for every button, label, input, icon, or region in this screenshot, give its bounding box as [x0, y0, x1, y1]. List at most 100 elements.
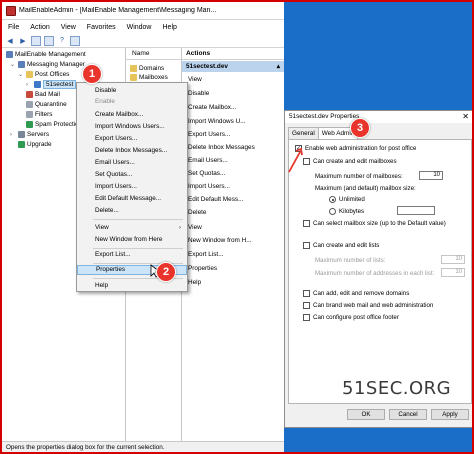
list-item[interactable]: Domains	[130, 64, 164, 73]
enable-web-admin-label: Enable web administration for post offic…	[305, 145, 417, 152]
action-item[interactable]: Edit Default Mess...	[188, 194, 243, 204]
step-badge-1: 1	[82, 64, 102, 84]
tree-filters[interactable]: Filters	[18, 110, 52, 119]
menu-separator	[93, 248, 183, 249]
action-item[interactable]: Email Users...	[188, 155, 228, 165]
cancel-button[interactable]: Cancel	[389, 409, 427, 420]
ctx-export-list[interactable]: Export List...	[77, 250, 187, 260]
title-bar: MailEnableAdmin - [MailEnable Management…	[2, 2, 284, 20]
select-mailbox-size-checkbox[interactable]: Can select mailbox size (up to the Defau…	[303, 220, 446, 227]
checkbox-icon[interactable]	[303, 290, 310, 297]
tree-quarantine[interactable]: Quarantine	[18, 100, 67, 109]
menu-help[interactable]: Help	[163, 24, 177, 31]
action-item[interactable]: Export List...	[188, 249, 224, 259]
action-item[interactable]: Delete	[188, 207, 206, 217]
ctx-delete-inbox-messages[interactable]: Delete Inbox Messages...	[77, 146, 187, 156]
action-item[interactable]: View	[188, 222, 202, 232]
max-lists-field: 10	[441, 255, 465, 264]
folder-icon[interactable]	[31, 35, 41, 46]
ctx-view[interactable]: View ›	[77, 223, 187, 233]
tree-root-label: MailEnable Management	[15, 51, 86, 58]
window-icon[interactable]	[44, 35, 54, 46]
action-item[interactable]: Create Mailbox...	[188, 102, 236, 112]
create-edit-mailboxes-checkbox[interactable]: Can create and edit mailboxes	[303, 158, 397, 165]
tree-bad-mail[interactable]: Bad Mail	[18, 90, 60, 99]
close-icon[interactable]: ✕	[462, 111, 469, 123]
expand-arrow-icon[interactable]: ›	[10, 132, 16, 138]
tree-postoffice-51sectest[interactable]: › 51sectest	[26, 80, 77, 89]
menu-window[interactable]: Window	[127, 24, 152, 31]
checkbox-icon[interactable]	[303, 302, 310, 309]
ctx-export-users[interactable]: Export Users...	[77, 134, 187, 144]
apply-button[interactable]: Apply	[431, 409, 469, 420]
tree-root[interactable]: MailEnable Management	[6, 50, 86, 59]
ctx-delete[interactable]: Delete...	[77, 206, 187, 216]
enable-web-admin-checkbox[interactable]: ✓ Enable web administration for post off…	[295, 145, 416, 152]
action-item[interactable]: Disable	[188, 88, 209, 98]
list-item-label: Domains	[139, 65, 165, 72]
ctx-set-quotas[interactable]: Set Quotas...	[77, 170, 187, 180]
collapse-arrow-icon[interactable]: ⌄	[10, 61, 16, 68]
tree-post-offices[interactable]: ⌄ Post Offices	[18, 70, 69, 79]
kilobytes-field[interactable]	[397, 206, 435, 215]
ctx-edit-default-message[interactable]: Edit Default Message...	[77, 194, 187, 204]
checkbox-icon[interactable]	[303, 220, 310, 227]
max-default-size-label: Maximum (and default) mailbox size:	[315, 185, 416, 192]
action-item[interactable]: Delete Inbox Messages	[188, 142, 255, 152]
ctx-import-windows-users[interactable]: Import Windows Users...	[77, 122, 187, 132]
upgrade-icon	[18, 141, 25, 148]
actions-subheader[interactable]: 51sectest.dev ▴	[182, 61, 284, 72]
checkbox-icon[interactable]	[303, 314, 310, 321]
unlimited-radio[interactable]: Unlimited	[329, 196, 365, 203]
action-item[interactable]: Export Users...	[188, 129, 230, 139]
menu-file[interactable]: File	[8, 24, 19, 31]
ok-button[interactable]: OK	[347, 409, 385, 420]
ctx-import-users[interactable]: Import Users...	[77, 182, 187, 192]
radio-icon[interactable]	[329, 208, 336, 215]
kilobytes-radio[interactable]: Kilobytes	[329, 208, 364, 215]
action-item[interactable]: Set Quotas...	[188, 168, 225, 178]
tree-servers[interactable]: › Servers	[10, 130, 49, 139]
radio-selected-icon[interactable]	[329, 196, 336, 203]
forward-icon[interactable]: ▶	[18, 36, 28, 46]
create-edit-lists-checkbox[interactable]: Can create and edit lists	[303, 242, 379, 249]
action-item[interactable]: Import Windows U...	[188, 116, 246, 126]
ctx-email-users[interactable]: Email Users...	[77, 158, 187, 168]
action-item[interactable]: View	[188, 74, 202, 84]
dialog-title: 51sectest.dev Properties	[289, 113, 360, 120]
collapse-caret-icon[interactable]: ▴	[277, 61, 280, 72]
menu-favorites[interactable]: Favorites	[87, 24, 116, 31]
back-icon[interactable]: ◀	[5, 36, 15, 46]
action-item[interactable]: Help	[188, 277, 201, 287]
menu-action[interactable]: Action	[30, 24, 49, 31]
ctx-help[interactable]: Help	[77, 281, 187, 291]
collapse-arrow-icon[interactable]: ⌄	[18, 71, 24, 78]
column-header-name[interactable]: Name	[126, 48, 181, 60]
tree-messaging-manager[interactable]: ⌄ Messaging Manager	[10, 60, 85, 69]
menu-view[interactable]: View	[61, 24, 76, 31]
action-item[interactable]: Properties	[188, 263, 217, 273]
menu-bar: File Action View Favorites Window Help	[2, 20, 284, 34]
management-icon	[6, 51, 13, 58]
tree-spam-protection[interactable]: Spam Protection	[18, 120, 82, 129]
configure-footer-checkbox[interactable]: Can configure post office footer	[303, 314, 399, 321]
tree-upgrade[interactable]: Upgrade	[10, 140, 52, 149]
max-mailboxes-field[interactable]: 10	[419, 171, 443, 180]
action-item[interactable]: New Window from H...	[188, 235, 252, 245]
ctx-create-mailbox[interactable]: Create Mailbox...	[77, 110, 187, 120]
create-edit-lists-label: Can create and edit lists	[313, 242, 380, 249]
tab-general[interactable]: General	[288, 127, 319, 139]
add-edit-remove-domains-checkbox[interactable]: Can add, edit and remove domains	[303, 290, 409, 297]
ctx-disable[interactable]: Disable	[77, 86, 187, 96]
help-icon[interactable]: ?	[57, 36, 67, 46]
checkbox-icon[interactable]	[303, 242, 310, 249]
pane-icon[interactable]	[70, 35, 80, 46]
ctx-new-window-from-here[interactable]: New Window from Here	[77, 235, 187, 245]
list-item[interactable]: Mailboxes	[130, 73, 168, 82]
brand-web-mail-checkbox[interactable]: Can brand web mail and web administratio…	[303, 302, 433, 309]
expand-arrow-icon[interactable]: ›	[26, 82, 32, 88]
action-item[interactable]: Import Users...	[188, 181, 230, 191]
shield-icon	[26, 121, 33, 128]
submenu-arrow-icon: ›	[179, 225, 181, 231]
window-title: MailEnableAdmin - [MailEnable Management…	[19, 7, 217, 14]
